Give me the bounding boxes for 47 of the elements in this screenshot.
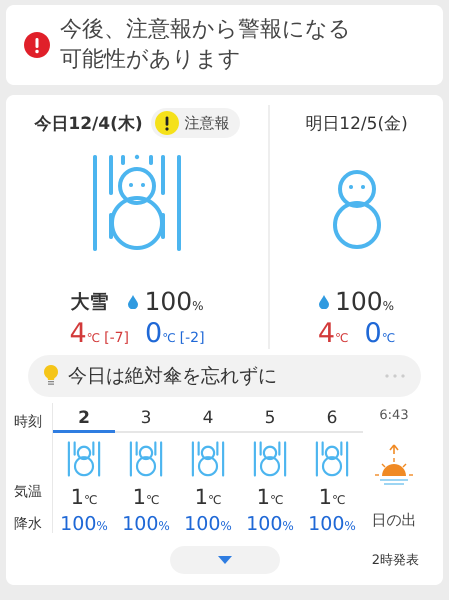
tip-text: 今日は絶対傘を忘れずに (68, 364, 278, 389)
caret-down-icon (218, 556, 232, 564)
alert-icon (24, 32, 50, 58)
hourly-temperature: 1℃ (256, 485, 284, 509)
hourly-precipitation: 100% (60, 513, 108, 535)
sunrise-time: 6:43 (379, 407, 409, 425)
heavy-snow-icon (190, 441, 226, 477)
hour-tab[interactable]: 5 (239, 403, 301, 433)
raindrop-icon (128, 294, 138, 308)
sunrise-label: 日の出 (372, 511, 416, 530)
more-icon[interactable] (385, 374, 405, 378)
row-label: 時刻 (14, 413, 42, 431)
high-temperature: 4℃ [-7] (69, 318, 129, 349)
lightbulb-icon (44, 365, 58, 387)
hour-tab[interactable]: 2 (53, 403, 115, 433)
row-label: 気温 (14, 483, 42, 501)
precipitation-value: 100% (144, 287, 204, 316)
alert-message: 今後、注意報から警報になる可能性があります (60, 16, 352, 74)
hourly-temperature: 1℃ (194, 485, 222, 509)
advisory-badge[interactable]: 注意報 (150, 108, 240, 138)
raindrop-icon (318, 294, 329, 308)
heavy-snow-icon (66, 441, 102, 477)
heavy-snow-icon (252, 441, 288, 477)
tip-banner[interactable]: 今日は絶対傘を忘れずに (28, 355, 421, 397)
expand-button[interactable] (170, 546, 280, 574)
day-title: 今日12/4(木) (34, 112, 143, 134)
precipitation-value: 100% (334, 287, 394, 316)
heavy-snow-icon (128, 441, 164, 477)
issued-time: 2時発表 (372, 552, 419, 569)
weather-label: 大雪 (70, 290, 108, 314)
low-temperature: 0℃ (364, 318, 396, 349)
heavy-snow-icon (314, 441, 350, 477)
row-label: 降水 (14, 515, 42, 533)
hourly-temperature: 1℃ (132, 485, 160, 509)
low-temperature: 0℃ [-2] (145, 318, 205, 349)
hourly-temperature: 1℃ (70, 485, 98, 509)
hourly-temperature: 1℃ (318, 485, 346, 509)
hourly-precipitation: 100% (308, 513, 356, 535)
hour-tab[interactable]: 4 (177, 403, 239, 433)
hourly-precipitation: 100% (246, 513, 294, 535)
hourly-precipitation: 100% (184, 513, 232, 535)
hourly-precipitation: 100% (122, 513, 170, 535)
hour-tab[interactable]: 3 (115, 403, 177, 433)
high-temperature: 4℃ (318, 318, 348, 349)
alert-card[interactable]: 今後、注意報から警報になる可能性があります (6, 5, 443, 85)
hour-tab[interactable]: 6 (301, 403, 363, 433)
day-title: 明日12/5(金) (305, 112, 408, 134)
